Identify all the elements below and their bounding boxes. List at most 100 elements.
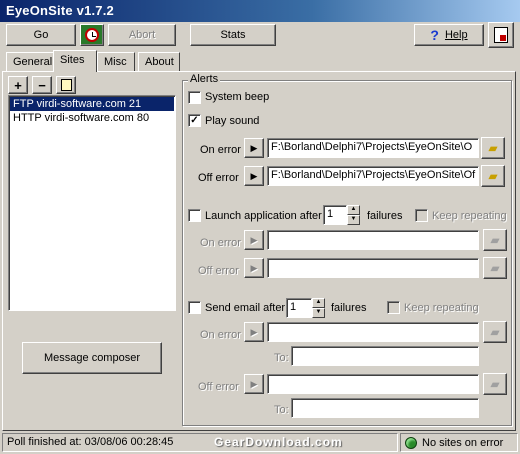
- help-label: Help: [444, 29, 468, 41]
- spin-up-icon[interactable]: ▲: [347, 205, 360, 215]
- tab-misc[interactable]: Misc: [97, 52, 135, 72]
- sound-off-error-label: Off error: [198, 172, 239, 184]
- check-icon: ✓: [190, 114, 199, 126]
- folder-icon: ▰: [490, 377, 500, 391]
- sound-off-error-play-button[interactable]: ▶: [244, 166, 264, 186]
- play-icon: ▶: [250, 378, 258, 389]
- email-on-error-field[interactable]: [267, 322, 479, 342]
- sound-on-error-browse-button[interactable]: ▰: [481, 137, 505, 159]
- tab-about[interactable]: About: [138, 52, 180, 72]
- email-off-error-field[interactable]: [267, 374, 479, 394]
- email-off-error-browse-button[interactable]: ▰: [483, 373, 507, 395]
- launch-off-error-play-button[interactable]: ▶: [244, 258, 264, 278]
- sound-on-error-field[interactable]: F:\Borland\Delphi7\Projects\EyeOnSite\O: [267, 138, 479, 158]
- send-email-keep-repeating-checkbox[interactable]: [387, 301, 400, 314]
- email-on-error-to-label: To:: [274, 352, 289, 364]
- stats-button[interactable]: Stats: [190, 24, 276, 46]
- status-led-icon: [405, 436, 417, 449]
- add-site-button[interactable]: +: [8, 76, 28, 94]
- remove-site-button[interactable]: −: [32, 76, 52, 94]
- plus-icon: +: [14, 77, 22, 93]
- tab-general-label: General: [13, 56, 53, 68]
- alerts-legend: Alerts: [188, 73, 221, 85]
- stats-label: Stats: [220, 29, 246, 41]
- go-label: Go: [33, 29, 49, 41]
- play-icon: ▶: [250, 262, 258, 273]
- email-on-error-play-button[interactable]: ▶: [244, 322, 264, 342]
- minus-icon: −: [38, 77, 46, 93]
- spin-up-icon[interactable]: ▲: [312, 298, 325, 308]
- site-list[interactable]: FTP virdi-software.com 21 HTTP virdi-sof…: [8, 95, 176, 311]
- tab-sites-label: Sites: [60, 54, 85, 66]
- play-sound-checkbox[interactable]: ✓: [188, 114, 201, 127]
- email-off-error-play-button[interactable]: ▶: [244, 374, 264, 394]
- launch-app-count-spinner[interactable]: ▲ ▼: [347, 205, 360, 225]
- spin-down-icon[interactable]: ▼: [312, 308, 325, 318]
- sound-on-error-play-button[interactable]: ▶: [244, 138, 264, 158]
- email-off-error-label: Off error: [198, 381, 239, 393]
- help-button[interactable]: ? Help: [414, 24, 484, 46]
- sites-status-text: No sites on error: [422, 436, 504, 449]
- folder-icon: ▰: [488, 141, 498, 155]
- send-email-label: Send email after: [205, 302, 286, 314]
- timer-button[interactable]: [80, 24, 104, 46]
- poll-status-text: Poll finished at: 03/08/06 00:28:45: [7, 436, 174, 448]
- tab-sites[interactable]: Sites: [53, 50, 97, 72]
- launch-app-keep-repeating-label: Keep repeating: [432, 210, 507, 222]
- play-icon: ▶: [250, 234, 258, 245]
- system-beep-label: System beep: [205, 91, 270, 103]
- launch-off-error-label: Off error: [198, 265, 239, 277]
- email-off-error-to-field[interactable]: [291, 398, 479, 418]
- exit-button[interactable]: [488, 22, 514, 48]
- list-item[interactable]: HTTP virdi-software.com 80: [10, 111, 174, 125]
- send-email-checkbox[interactable]: [188, 301, 201, 314]
- clock-icon: [85, 28, 99, 42]
- launch-on-error-browse-button[interactable]: ▰: [483, 229, 507, 251]
- edit-site-button[interactable]: [56, 76, 76, 94]
- email-on-error-browse-button[interactable]: ▰: [483, 321, 507, 343]
- play-icon: ▶: [250, 326, 258, 337]
- sound-on-error-label: On error: [200, 144, 241, 156]
- watermark: GearDownload.com: [214, 435, 343, 449]
- send-email-count-field[interactable]: 1: [286, 298, 312, 318]
- launch-off-error-browse-button[interactable]: ▰: [483, 257, 507, 279]
- launch-app-label: Launch application after: [205, 210, 322, 222]
- send-email-keep-repeating-label: Keep repeating: [404, 302, 479, 314]
- tab-about-label: About: [145, 56, 174, 68]
- sound-off-error-field[interactable]: F:\Borland\Delphi7\Projects\EyeOnSite\Of: [267, 166, 479, 186]
- edit-icon: [60, 79, 72, 91]
- play-icon: ▶: [250, 170, 258, 181]
- email-on-error-label: On error: [200, 329, 241, 341]
- tab-general[interactable]: General: [6, 52, 54, 72]
- send-email-count-spinner[interactable]: ▲ ▼: [312, 298, 325, 318]
- launch-on-error-label: On error: [200, 237, 241, 249]
- launch-app-failures-label: failures: [367, 210, 403, 222]
- send-email-failures-label: failures: [331, 302, 367, 314]
- launch-app-checkbox[interactable]: [188, 209, 201, 222]
- title-bar: EyeOnSite v1.7.2: [0, 0, 520, 22]
- folder-icon: ▰: [490, 261, 500, 275]
- launch-app-count-field[interactable]: 1: [323, 205, 347, 225]
- abort-label: Abort: [128, 29, 156, 41]
- launch-app-keep-repeating-checkbox[interactable]: [415, 209, 428, 222]
- abort-button[interactable]: Abort: [108, 24, 176, 46]
- folder-icon: ▰: [490, 233, 500, 247]
- launch-on-error-play-button[interactable]: ▶: [244, 230, 264, 250]
- launch-on-error-field[interactable]: [267, 230, 479, 250]
- go-button[interactable]: Go: [6, 24, 76, 46]
- message-composer-button[interactable]: Message composer: [22, 342, 162, 374]
- play-icon: ▶: [250, 142, 258, 153]
- system-beep-checkbox[interactable]: [188, 91, 201, 104]
- help-icon: ?: [430, 27, 439, 43]
- status-sites-panel: No sites on error: [400, 433, 518, 452]
- email-on-error-to-field[interactable]: [291, 346, 479, 366]
- spin-down-icon[interactable]: ▼: [347, 215, 360, 225]
- message-composer-label: Message composer: [44, 352, 140, 364]
- play-sound-label: Play sound: [205, 115, 260, 127]
- launch-off-error-field[interactable]: [267, 258, 479, 278]
- sound-off-error-browse-button[interactable]: ▰: [481, 165, 505, 187]
- folder-icon: ▰: [490, 325, 500, 339]
- exit-icon: [494, 27, 508, 43]
- list-item[interactable]: FTP virdi-software.com 21: [10, 97, 174, 111]
- email-off-error-to-label: To:: [274, 404, 289, 416]
